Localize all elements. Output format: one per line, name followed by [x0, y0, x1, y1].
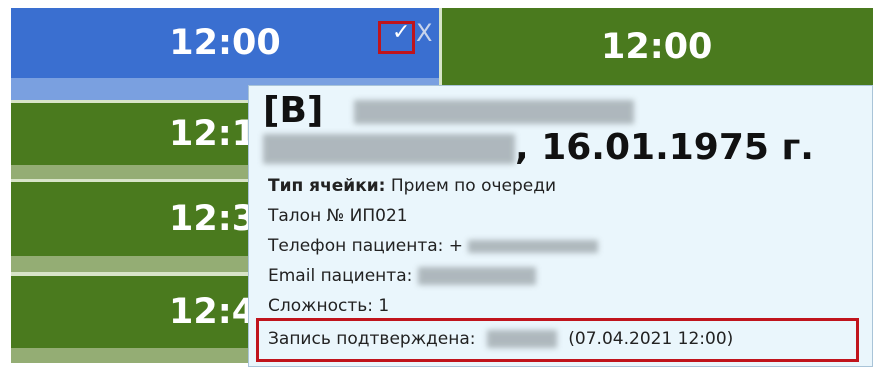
- ticket-line: Талон № ИП021: [268, 206, 408, 226]
- cell-type-value: Прием по очереди: [390, 176, 557, 196]
- time-slot[interactable]: 12:00: [442, 8, 873, 85]
- phone-label: Телефон пациента: +: [268, 236, 464, 256]
- patient-dob: , 16.01.1975 г.: [515, 127, 814, 168]
- slot-time: 12:3: [169, 199, 257, 239]
- complexity-line: Сложность: 1: [268, 296, 390, 316]
- highlight-frame: [378, 21, 415, 54]
- patient-prefix: [В]: [263, 90, 324, 131]
- slot-time: 12:00: [169, 23, 281, 63]
- phone-redacted: [468, 239, 599, 253]
- confirmation-highlight-frame: [256, 318, 859, 362]
- patient-dob-line: , 16.01.1975 г.: [263, 130, 814, 166]
- appointment-tooltip: [В] , 16.01.1975 г. Тип ячейки: Прием по…: [248, 85, 873, 367]
- email-label: Email пациента:: [268, 266, 413, 286]
- cell-type-line: Тип ячейки: Прием по очереди: [268, 176, 556, 196]
- patient-name-redacted: [353, 100, 634, 124]
- slot-time: 12:00: [601, 26, 713, 67]
- patient-patronymic-redacted: [263, 134, 515, 164]
- patient-header: [В]: [263, 93, 634, 129]
- slot-time: 12:1: [169, 114, 257, 154]
- email-line: Email пациента:: [268, 266, 536, 286]
- close-icon[interactable]: X: [416, 19, 432, 47]
- time-slot-selected[interactable]: 12:00: [11, 8, 439, 78]
- email-redacted: [417, 267, 536, 285]
- slot-time: 12:4: [169, 292, 257, 332]
- phone-line: Телефон пациента: +: [268, 236, 599, 256]
- cell-type-label: Тип ячейки:: [268, 176, 386, 196]
